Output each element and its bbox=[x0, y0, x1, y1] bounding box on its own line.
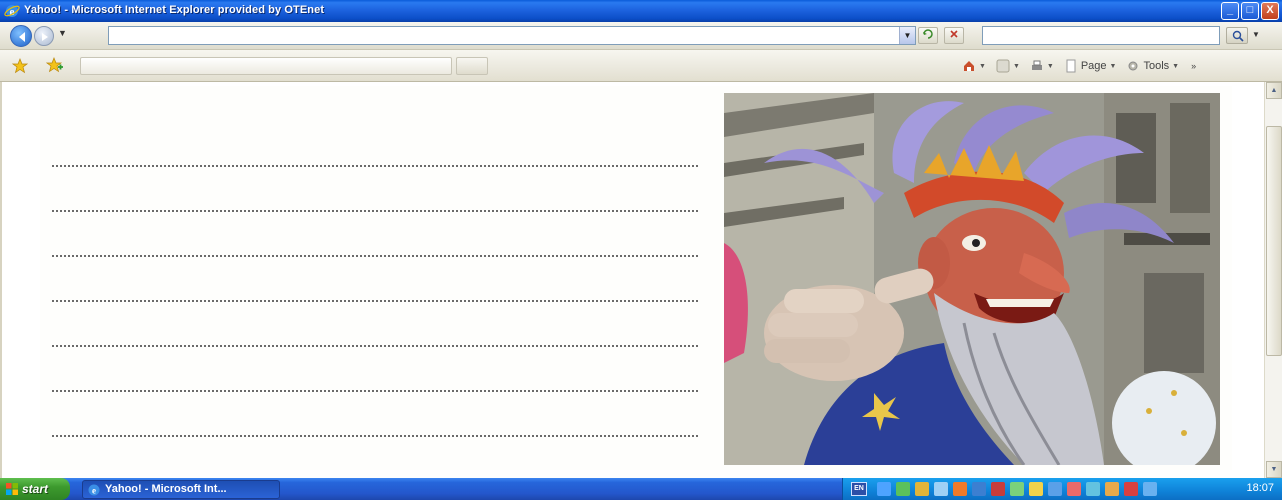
add-favorite-icon[interactable] bbox=[46, 57, 64, 73]
new-tab-button[interactable] bbox=[456, 57, 488, 75]
title-bar: e Yahoo! - Microsoft Internet Explorer p… bbox=[0, 0, 1282, 22]
tools-menu[interactable]: Tools ▼ bbox=[1126, 59, 1179, 73]
feeds-dropdown-icon[interactable]: ▼ bbox=[1013, 63, 1020, 70]
stop-button[interactable] bbox=[944, 27, 964, 44]
page-menu[interactable]: Page ▼ bbox=[1064, 59, 1117, 73]
answer-line bbox=[52, 167, 698, 212]
internet-explorer-icon: e bbox=[88, 484, 100, 496]
internet-explorer-icon: e bbox=[4, 5, 20, 18]
answer-lines bbox=[52, 122, 698, 482]
taskbar-window-label: Yahoo! - Microsoft Int... bbox=[105, 483, 227, 495]
usb-icon[interactable] bbox=[1143, 482, 1157, 496]
svg-text:e: e bbox=[92, 486, 96, 496]
home-dropdown-icon[interactable]: ▼ bbox=[979, 63, 986, 70]
page-menu-label: Page bbox=[1080, 60, 1107, 72]
scroll-up-arrow-icon[interactable]: ▲ bbox=[1266, 82, 1282, 99]
start-label: start bbox=[22, 482, 49, 496]
network-icon[interactable] bbox=[877, 482, 891, 496]
answer-line bbox=[52, 392, 698, 437]
print-dropdown-icon[interactable]: ▼ bbox=[1047, 63, 1054, 70]
shield-icon[interactable] bbox=[1124, 482, 1138, 496]
forward-button[interactable] bbox=[34, 26, 54, 46]
home-button[interactable]: ▼ bbox=[962, 59, 986, 73]
refresh-icon bbox=[923, 29, 933, 39]
printer-icon[interactable] bbox=[1010, 482, 1024, 496]
tab-current[interactable] bbox=[80, 57, 452, 75]
answer-line bbox=[52, 122, 698, 167]
power-icon[interactable] bbox=[1105, 482, 1119, 496]
feeds-icon bbox=[996, 59, 1010, 73]
search-button[interactable] bbox=[1226, 27, 1248, 44]
page-dropdown-icon: ▼ bbox=[1109, 62, 1117, 70]
windows-flag-icon bbox=[6, 483, 18, 495]
tools-gear-icon bbox=[1128, 61, 1138, 71]
volume-icon[interactable] bbox=[934, 482, 948, 496]
wireless-icon[interactable] bbox=[1029, 482, 1043, 496]
answer-line bbox=[52, 212, 698, 257]
address-dropdown-button[interactable]: ▼ bbox=[899, 27, 915, 44]
command-bar: ▼ ▼ ▼ Page ▼ Tools ▼ » bbox=[962, 59, 1196, 73]
home-icon bbox=[964, 61, 974, 71]
maximize-button[interactable]: □ bbox=[1241, 2, 1259, 20]
taskbar-window-item[interactable]: e Yahoo! - Microsoft Int... bbox=[82, 480, 280, 499]
clock[interactable]: 18:07 bbox=[1246, 482, 1274, 494]
update-icon[interactable] bbox=[953, 482, 967, 496]
answer-line bbox=[52, 302, 698, 347]
close-button[interactable]: X bbox=[1261, 2, 1279, 20]
print-button[interactable]: ▼ bbox=[1030, 59, 1054, 73]
minimize-button[interactable]: _ bbox=[1221, 2, 1239, 20]
refresh-button[interactable] bbox=[918, 27, 938, 44]
back-button[interactable] bbox=[10, 25, 32, 47]
page-icon bbox=[1066, 59, 1076, 73]
search-options-dropdown-icon[interactable]: ▼ bbox=[1252, 30, 1260, 39]
taskbar: start e Yahoo! - Microsoft Int... EN 18:… bbox=[0, 478, 1282, 500]
back-arrow-icon bbox=[19, 32, 25, 42]
more-commands-chevron-icon[interactable]: » bbox=[1191, 61, 1196, 71]
sync-icon[interactable] bbox=[896, 482, 910, 496]
language-indicator[interactable]: EN bbox=[851, 482, 867, 496]
carnival-float-photo bbox=[724, 93, 1220, 465]
tools-menu-label: Tools bbox=[1143, 60, 1170, 72]
answer-line bbox=[52, 437, 698, 482]
bluetooth-icon[interactable] bbox=[1086, 482, 1100, 496]
stop-icon bbox=[950, 30, 958, 38]
window-title: Yahoo! - Microsoft Internet Explorer pro… bbox=[24, 4, 325, 16]
tools-dropdown-icon: ▼ bbox=[1172, 62, 1180, 70]
scroll-down-arrow-icon[interactable]: ▼ bbox=[1266, 461, 1282, 478]
antivirus-icon[interactable] bbox=[972, 482, 986, 496]
search-input[interactable] bbox=[982, 26, 1220, 45]
tray-icons bbox=[877, 482, 1157, 496]
system-tray: EN 18:07 bbox=[842, 478, 1282, 500]
favorites-star-icon[interactable] bbox=[12, 58, 28, 74]
window-controls: _ □ X bbox=[1221, 2, 1279, 20]
scrollbar-thumb[interactable] bbox=[1266, 126, 1282, 356]
web-page bbox=[40, 86, 1232, 482]
address-field[interactable]: ▼ bbox=[108, 26, 916, 45]
security-icon[interactable] bbox=[991, 482, 1005, 496]
forward-arrow-icon bbox=[42, 33, 48, 41]
vertical-scrollbar[interactable]: ▲ ▼ bbox=[1264, 82, 1282, 478]
address-toolbar: ▼ ▼ ▼ bbox=[0, 22, 1282, 50]
search-icon bbox=[1232, 30, 1244, 42]
carnival-float-illustration bbox=[724, 93, 1220, 465]
answer-line bbox=[52, 257, 698, 302]
messenger-icon[interactable] bbox=[915, 482, 929, 496]
print-icon bbox=[1031, 60, 1042, 70]
answer-line bbox=[52, 347, 698, 392]
alert-icon[interactable] bbox=[1067, 482, 1081, 496]
display-icon[interactable] bbox=[1048, 482, 1062, 496]
history-dropdown-icon[interactable]: ▼ bbox=[58, 28, 68, 42]
browser-content bbox=[0, 82, 1264, 482]
favorites-toolbar: ▼ ▼ ▼ Page ▼ Tools ▼ » bbox=[0, 50, 1282, 82]
feeds-button[interactable]: ▼ bbox=[996, 59, 1020, 73]
start-button[interactable]: start bbox=[0, 478, 70, 500]
